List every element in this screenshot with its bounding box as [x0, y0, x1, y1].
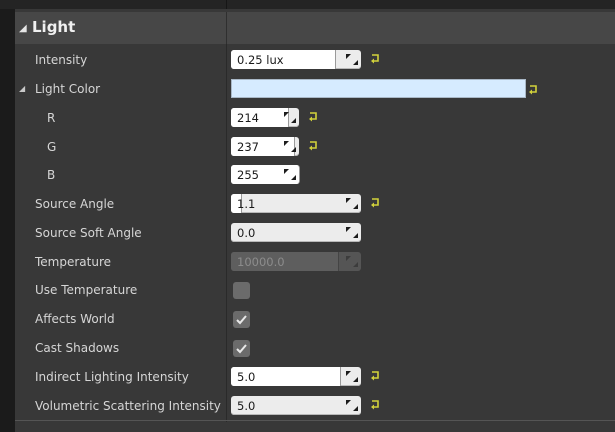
spinbox-value: 214	[237, 111, 259, 125]
header-divider	[226, 12, 227, 44]
column-divider	[226, 0, 227, 9]
b-spinbox[interactable]: 255	[231, 165, 300, 184]
reset-to-default-icon[interactable]	[370, 368, 382, 382]
top-strip	[0, 0, 615, 9]
spin-arrows-icon[interactable]	[283, 168, 297, 181]
property-label: R	[47, 111, 56, 125]
spin-arrows-icon[interactable]	[345, 226, 359, 239]
property-label: Temperature	[35, 255, 112, 269]
spin-arrows-icon	[346, 256, 358, 267]
spin-arrows-icon[interactable]	[345, 53, 359, 66]
spin-arrows-icon[interactable]	[283, 111, 297, 124]
property-row-use-temperature: Use Temperature	[15, 276, 615, 305]
property-row-b: B 255	[15, 161, 615, 190]
spinbox-value: 1.1	[237, 197, 256, 211]
property-row-affects-world: Affects World	[15, 305, 615, 334]
source-angle-spinbox[interactable]: 1.1	[231, 194, 361, 213]
property-label: B	[47, 168, 56, 182]
checkmark-icon	[236, 344, 247, 354]
property-label: Cast Shadows	[35, 341, 120, 355]
reset-to-default-icon[interactable]	[308, 109, 320, 123]
property-row-cast-shadows: Cast Shadows	[15, 334, 615, 363]
intensity-spinbox[interactable]: 0.25 lux	[231, 50, 361, 69]
g-spinbox[interactable]: 237	[231, 137, 299, 156]
collapse-triangle-icon[interactable]: ◢	[19, 23, 27, 34]
reset-to-default-icon[interactable]	[370, 397, 382, 411]
spin-arrows-icon[interactable]	[283, 140, 297, 153]
spin-arrows-icon[interactable]	[345, 197, 359, 210]
spinbox-value: 237	[237, 140, 259, 154]
category-header-light[interactable]: ◢ Light	[15, 12, 615, 44]
property-label: Source Soft Angle	[35, 226, 142, 240]
property-label: Indirect Lighting Intensity	[35, 370, 189, 384]
use-temperature-checkbox[interactable]	[233, 282, 250, 299]
temperature-spinbox: 10000.0	[231, 252, 361, 271]
property-label: Light Color	[35, 82, 101, 96]
property-row-r: R 214	[15, 104, 615, 133]
category-title: Light	[32, 18, 76, 36]
property-row-indirect-lighting-intensity: Indirect Lighting Intensity 5.0	[15, 363, 615, 392]
property-row-volumetric-scattering-intensity: Volumetric Scattering Intensity 5.0	[15, 392, 615, 421]
property-row-g: G 237	[15, 133, 615, 162]
property-label: Use Temperature	[35, 283, 138, 297]
expand-triangle-icon[interactable]: ◢	[19, 84, 25, 93]
spinbox-value: 5.0	[237, 370, 256, 384]
spinbox-value: 0.0	[237, 226, 256, 240]
checkmark-icon	[236, 315, 247, 325]
property-row-temperature: Temperature 10000.0	[15, 248, 615, 277]
volumetric-scattering-intensity-spinbox[interactable]: 5.0	[231, 396, 361, 415]
affects-world-checkbox[interactable]	[233, 311, 250, 328]
property-label: Intensity	[35, 53, 88, 67]
property-row-intensity: Intensity 0.25 lux	[15, 46, 615, 75]
property-label: G	[47, 140, 57, 154]
spinbox-value: 5.0	[237, 399, 256, 413]
property-label: Volumetric Scattering Intensity	[35, 399, 221, 413]
property-label: Source Angle	[35, 197, 115, 211]
property-row-source-angle: Source Angle 1.1	[15, 190, 615, 219]
r-spinbox[interactable]: 214	[231, 108, 299, 127]
cast-shadows-checkbox[interactable]	[233, 340, 250, 357]
spin-arrows-icon[interactable]	[345, 370, 359, 383]
reset-to-default-icon[interactable]	[528, 82, 540, 96]
spinbox-value: 0.25 lux	[237, 53, 284, 67]
property-label: Affects World	[35, 312, 115, 326]
light-color-swatch[interactable]	[231, 79, 526, 98]
spin-arrows-icon[interactable]	[345, 399, 359, 412]
spinbox-value: 255	[237, 168, 259, 182]
indirect-lighting-intensity-spinbox[interactable]: 5.0	[231, 367, 361, 386]
reset-to-default-icon[interactable]	[308, 138, 320, 152]
source-soft-angle-spinbox[interactable]: 0.0	[231, 223, 361, 242]
reset-to-default-icon[interactable]	[370, 195, 382, 209]
reset-to-default-icon[interactable]	[370, 51, 382, 65]
panel-bottom-border	[15, 420, 615, 421]
property-row-source-soft-angle: Source Soft Angle 0.0	[15, 219, 615, 248]
spinbox-value: 10000.0	[237, 255, 285, 269]
property-row-light-color: ◢ Light Color	[15, 75, 615, 104]
